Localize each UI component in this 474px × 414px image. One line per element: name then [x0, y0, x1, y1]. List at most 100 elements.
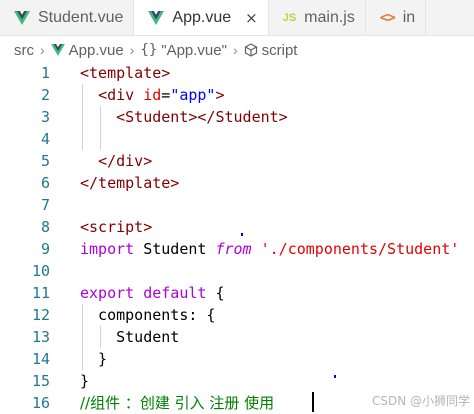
code-token: }	[80, 350, 108, 368]
code-line[interactable]: 6 </template>	[0, 172, 474, 194]
cube-icon	[244, 43, 258, 57]
code-token: }	[80, 372, 90, 390]
tab-label: Student.vue	[38, 8, 124, 26]
code-token: </div>	[98, 152, 153, 170]
vue-icon	[50, 44, 65, 56]
breadcrumb-file[interactable]: App.vue	[69, 42, 124, 59]
code-token: export	[80, 284, 135, 302]
close-icon[interactable]: ×	[245, 9, 258, 27]
tab-label: in	[402, 8, 416, 26]
vue-icon	[14, 10, 30, 25]
cursor-dot	[334, 375, 336, 378]
code-line[interactable]: 13 Student	[0, 326, 474, 348]
code-text[interactable]: <script>	[80, 216, 152, 238]
tab-index[interactable]: <> in	[366, 0, 427, 35]
code-token: {	[206, 284, 225, 302]
line-number: 4	[40, 130, 50, 148]
chevron-right-icon: ›	[232, 42, 238, 58]
text-cursor	[312, 392, 314, 412]
line-number: 8	[40, 218, 50, 236]
code-text[interactable]: <Student></Student>	[80, 106, 288, 128]
code-text[interactable]: <div id="app">	[80, 84, 225, 106]
code-line[interactable]: 10	[0, 260, 474, 282]
cursor-dot	[241, 233, 243, 236]
braces-icon: {}	[140, 42, 158, 58]
vue-icon	[148, 11, 165, 25]
line-number: 13	[31, 328, 50, 346]
code-line[interactable]: 11 export default {	[0, 282, 474, 304]
tab-label: main.js	[304, 8, 355, 26]
line-number: 15	[31, 372, 50, 390]
code-token: <script>	[80, 218, 153, 236]
tab-student-vue[interactable]: Student.vue	[0, 0, 135, 35]
code-line[interactable]: 3 <Student></Student>	[0, 106, 474, 128]
watermark: CSDN @小狮同学	[371, 394, 470, 408]
breadcrumb-section[interactable]: "App.vue"	[161, 42, 227, 59]
tab-label: App.vue	[172, 9, 232, 26]
code-token: id	[143, 86, 162, 104]
code-line[interactable]: 12 components: {	[0, 304, 474, 326]
code-token: Student	[80, 328, 180, 346]
line-number: 1	[40, 64, 50, 82]
code-token: <template>	[80, 64, 171, 82]
code-text[interactable]: export default {	[80, 282, 225, 304]
code-text[interactable]: //组件 ：创建 引入 注册 使用	[80, 392, 274, 414]
code-line[interactable]: 8 <script>	[0, 216, 474, 238]
line-number: 5	[40, 152, 50, 170]
code-token: components: {	[80, 306, 216, 324]
code-text[interactable]: import Student from './components/Studen…	[80, 238, 459, 260]
code-line[interactable]: 15}	[0, 370, 474, 392]
code-editor[interactable]: 1 <template> 2 <div id="app"> 3 <Student></…	[0, 62, 474, 413]
line-number: 10	[31, 262, 50, 280]
code-token: <div	[98, 86, 135, 104]
code-token: "app"	[170, 86, 216, 104]
breadcrumb: src › App.vue › {} "App.vue" › script	[0, 37, 474, 63]
code-token: default	[143, 284, 207, 302]
line-number: 16	[31, 394, 50, 412]
line-number: 11	[31, 284, 50, 302]
code-line[interactable]: 7	[0, 194, 474, 216]
line-number: 6	[40, 174, 50, 192]
code-token: //组件 ：创建 引入 注册 使用	[80, 394, 275, 412]
line-number: 12	[31, 306, 50, 324]
code-text[interactable]: </template>	[80, 172, 179, 194]
tab-main-js[interactable]: JS main.js	[269, 0, 366, 35]
breadcrumb-node[interactable]: script	[262, 42, 298, 59]
js-icon: JS	[282, 11, 297, 24]
code-line[interactable]: 2 <div id="app">	[0, 84, 474, 106]
code-text[interactable]: }	[80, 348, 107, 370]
code-token: './components/Student'	[260, 240, 460, 258]
code-text[interactable]: </div>	[80, 150, 152, 172]
code-line[interactable]: 14 }	[0, 348, 474, 370]
line-number: 7	[40, 196, 50, 214]
code-text[interactable]: }	[80, 370, 89, 392]
code-text[interactable]: Student	[80, 326, 179, 348]
code-line[interactable]: 9 import Student from './components/Stude…	[0, 238, 474, 260]
code-text[interactable]: <template>	[80, 62, 170, 84]
code-line[interactable]: 4	[0, 128, 474, 150]
code-token: =	[161, 86, 171, 104]
code-token: <Student></Student>	[116, 108, 288, 126]
editor-tab-bar: Student.vue App.vue × JS main.js <> in	[0, 0, 474, 36]
code-line[interactable]: 1 <template>	[0, 62, 474, 84]
tab-app-vue[interactable]: App.vue ×	[134, 0, 269, 35]
code-text[interactable]: components: {	[80, 304, 215, 326]
code-token: from	[215, 240, 252, 258]
code-line[interactable]: 5 </div>	[0, 150, 474, 172]
code-token: </template>	[80, 174, 180, 192]
chevron-right-icon: ›	[40, 42, 45, 58]
code-token: Student	[134, 240, 216, 258]
breadcrumb-src[interactable]: src	[14, 42, 34, 59]
code-token: import	[80, 240, 135, 258]
line-number: 14	[31, 350, 50, 368]
code-token: >	[215, 86, 225, 104]
chevron-right-icon: ›	[129, 42, 135, 58]
line-number: 9	[40, 240, 50, 258]
line-number: 2	[40, 86, 50, 104]
